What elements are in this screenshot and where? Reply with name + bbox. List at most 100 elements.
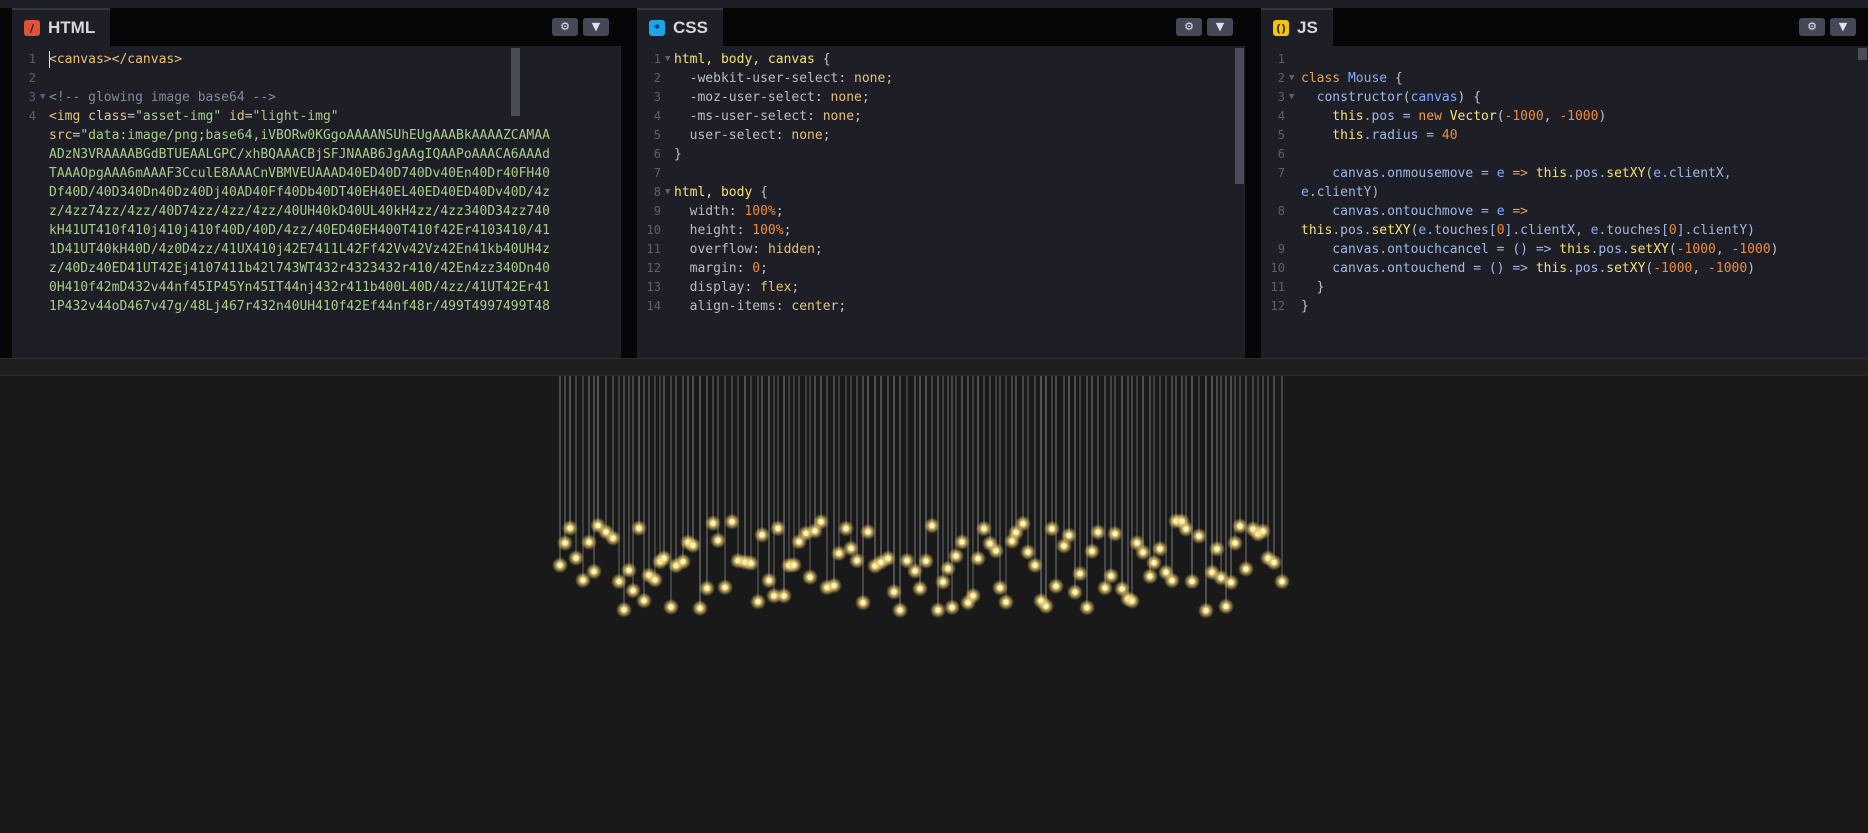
light-bulb <box>959 539 965 545</box>
code-text: overflow: hidden; <box>674 240 823 259</box>
light-bulb <box>865 529 871 535</box>
light-bulb <box>981 526 987 532</box>
line-number: 4 <box>1277 109 1285 123</box>
code-token: html, body, canvas <box>674 52 815 67</box>
code-token: setXY <box>1371 223 1411 238</box>
fold-arrow-icon[interactable]: ▼ <box>665 50 670 69</box>
fold-arrow-icon[interactable]: ▼ <box>1289 69 1294 88</box>
code-token: align-items <box>674 299 776 314</box>
light-bulb <box>729 519 735 525</box>
light-bulb <box>912 568 918 574</box>
code-text: TAAAOpgAAA6mAAAF3CculE8AAACnVBMVEUAAAD40… <box>49 164 550 183</box>
code-line: 6 <box>1261 145 1868 164</box>
line-number: 4 <box>653 109 661 123</box>
js-collapse-button[interactable]: ▼ <box>1830 18 1856 36</box>
code-token: ; <box>814 242 823 257</box>
code-token: Vector <box>1449 109 1497 124</box>
fold-arrow-icon[interactable]: ▼ <box>40 88 45 107</box>
code-line: 1 <box>1261 50 1868 69</box>
fold-arrow-icon[interactable]: ▼ <box>665 183 670 202</box>
line-number: 1 <box>28 52 36 66</box>
light-bulb <box>567 525 573 531</box>
light-bulb <box>796 539 802 545</box>
code-token: { <box>1387 71 1403 86</box>
html-scrollbar[interactable] <box>511 48 520 116</box>
line-number: 12 <box>646 261 661 275</box>
preview-pane[interactable] <box>0 376 1868 833</box>
code-line: 2 <box>12 69 621 88</box>
code-token: "data:image/png;base64,iVBORw0KGgoAAAANS… <box>80 128 550 143</box>
html-settings-button[interactable]: ⚙ <box>552 18 578 36</box>
code-token: -1000 <box>1676 242 1716 257</box>
resizer-css-js[interactable] <box>1245 8 1261 358</box>
line-number: 8 <box>1277 204 1285 218</box>
light-bulb <box>668 604 674 610</box>
light-bulb <box>997 585 1003 591</box>
light-bulb <box>949 604 955 610</box>
light-bulb <box>759 532 765 538</box>
light-bulb <box>557 562 563 568</box>
light-bulb <box>1243 566 1249 572</box>
code-token: 1P432v44oD467v47g/48Lj467r432n40UH410f42… <box>49 299 550 314</box>
js-tab[interactable]: () JS <box>1261 8 1333 46</box>
preview-canvas[interactable] <box>0 376 1868 833</box>
code-text: width: 100%; <box>674 202 784 221</box>
code-line: 7 <box>637 164 1245 183</box>
resizer-html-css[interactable] <box>621 8 637 358</box>
text-cursor <box>49 51 50 68</box>
code-token: Df40D/40D340Dn40Dz40Dj40AD40Ff40Db40DT40… <box>49 185 550 200</box>
html-tab[interactable]: / HTML <box>12 8 111 46</box>
js-settings-button[interactable]: ⚙ <box>1799 18 1825 36</box>
light-bulb <box>1203 607 1209 614</box>
light-bulb <box>1140 549 1146 555</box>
editor-area: / HTML ⚙ ▼ 1 <canvas></canvas> 2 3 ▼ <!-- glo… <box>0 0 1868 358</box>
code-text: 0H410f42mD432v44nf45IP45Yn45IT44nj432r41… <box>49 278 550 297</box>
code-token: canvas <box>1301 261 1380 276</box>
css-settings-button[interactable]: ⚙ <box>1176 18 1202 36</box>
code-token: -moz-user-select <box>674 90 815 105</box>
code-token: ; <box>791 280 800 295</box>
light-bulb <box>812 528 818 534</box>
code-line: 8 canvas.ontouchmove = e => <box>1261 202 1868 221</box>
code-token: 0 <box>1496 223 1505 238</box>
code-text: ADzN3VRAAAABGdBTUEAALGPC/xhBQAAACBjSFJNA… <box>49 145 550 164</box>
editor-preview-resizer[interactable] <box>0 358 1868 376</box>
light-bulb <box>1025 549 1031 555</box>
code-token: = <box>127 109 136 124</box>
code-token: height <box>674 223 737 238</box>
code-token: .onmousemove = <box>1379 166 1497 181</box>
css-collapse-button[interactable]: ▼ <box>1207 18 1233 36</box>
code-token: this <box>1301 223 1333 238</box>
code-token: none <box>822 109 855 124</box>
html-code-editor[interactable]: 1 <canvas></canvas> 2 3 ▼ <!-- glowing image … <box>12 50 621 358</box>
js-editor-panel: () JS ⚙ ▼ 1 2 ▼ class Mouse {3 ▼ constructor… <box>1261 8 1868 358</box>
js-tab-label: JS <box>1297 18 1318 37</box>
light-bulb <box>854 557 860 564</box>
css-scrollbar[interactable] <box>1235 48 1244 184</box>
light-bulb <box>1095 529 1101 535</box>
code-line: 1P432v44oD467v47g/48Lj467r432n40UH410f42… <box>12 297 621 316</box>
line-number: 1 <box>653 52 661 66</box>
code-text: -webkit-user-select: none; <box>674 69 894 88</box>
light-bulb <box>755 599 761 605</box>
code-token: ( <box>1668 242 1677 257</box>
light-bulb <box>748 560 754 566</box>
code-line: 2 ▼ class Mouse { <box>1261 69 1868 88</box>
code-token: id <box>221 109 245 124</box>
code-token: -webkit-user-select <box>674 71 839 86</box>
chevron-down-icon: ▼ <box>1215 20 1225 33</box>
code-text: display: flex; <box>674 278 800 297</box>
js-code-editor[interactable]: 1 2 ▼ class Mouse {3 ▼ constructor(canvas) {… <box>1261 50 1868 358</box>
light-bulb <box>1147 573 1153 579</box>
code-token: -1000 <box>1653 261 1693 276</box>
code-line: 14 align-items: center; <box>637 297 1245 316</box>
line-number: 10 <box>1270 261 1285 275</box>
js-scrollbar[interactable] <box>1858 48 1867 60</box>
code-line: 5 this.radius = 40 <box>1261 126 1868 145</box>
fold-arrow-icon[interactable]: ▼ <box>1289 88 1294 107</box>
code-line: src="data:image/png;base64,iVBORw0KGgoAA… <box>12 126 621 145</box>
html-collapse-button[interactable]: ▼ <box>583 18 609 36</box>
css-tab[interactable]: * CSS <box>637 8 723 46</box>
css-code-editor[interactable]: 1 ▼ html, body, canvas {2 -webkit-user-sel… <box>637 50 1245 358</box>
code-line: kH41UT410f410j410j410f40D/40D/4zz/40ED40… <box>12 221 621 240</box>
